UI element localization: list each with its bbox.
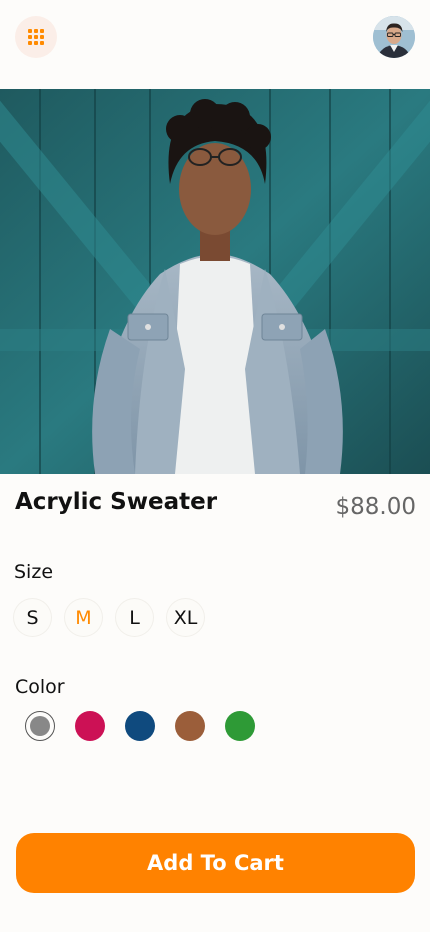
size-options: S M L XL: [14, 599, 204, 636]
add-to-cart-button[interactable]: Add To Cart: [16, 833, 415, 893]
menu-button[interactable]: [15, 16, 57, 58]
product-price: $88.00: [335, 494, 416, 520]
product-image: [0, 89, 430, 474]
grid-menu-icon: [28, 29, 44, 45]
color-swatch-brown[interactable]: [175, 711, 205, 741]
user-avatar-icon: [373, 16, 415, 58]
color-options: [25, 711, 255, 741]
color-swatch-green[interactable]: [225, 711, 255, 741]
color-label: Color: [15, 676, 65, 698]
avatar[interactable]: [373, 16, 415, 58]
size-option-m[interactable]: M: [65, 599, 102, 636]
size-option-xl[interactable]: XL: [167, 599, 204, 636]
product-title: Acrylic Sweater: [15, 489, 218, 515]
size-option-s[interactable]: S: [14, 599, 51, 636]
size-label: Size: [14, 561, 54, 583]
color-swatch-crimson[interactable]: [75, 711, 105, 741]
color-swatch-gray[interactable]: [25, 711, 55, 741]
color-swatch-navy[interactable]: [125, 711, 155, 741]
size-option-l[interactable]: L: [116, 599, 153, 636]
